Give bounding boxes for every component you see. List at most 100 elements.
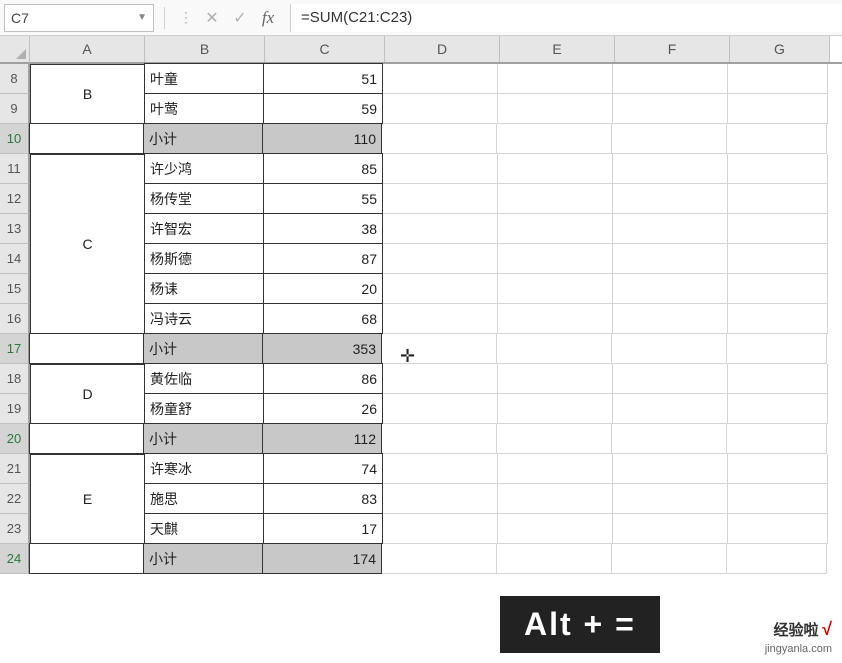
cell[interactable]: 85 xyxy=(263,153,383,184)
row-header[interactable]: 22 xyxy=(0,484,30,514)
cell[interactable] xyxy=(498,94,613,124)
cell[interactable] xyxy=(498,364,613,394)
cell[interactable]: 黄佐临 xyxy=(144,363,264,394)
merged-cell[interactable]: D xyxy=(30,364,145,424)
col-header-C[interactable]: C xyxy=(265,36,385,62)
col-header-F[interactable]: F xyxy=(615,36,730,62)
fx-icon[interactable]: fx xyxy=(254,8,282,28)
cell[interactable]: 353 xyxy=(262,333,382,364)
cell[interactable] xyxy=(612,124,727,154)
cell[interactable] xyxy=(383,514,498,544)
cell[interactable] xyxy=(728,154,828,184)
cell[interactable]: 小计 xyxy=(143,333,263,364)
cell[interactable]: 86 xyxy=(263,363,383,394)
cell[interactable] xyxy=(728,274,828,304)
cell[interactable] xyxy=(728,514,828,544)
cell[interactable] xyxy=(498,64,613,94)
name-box[interactable]: C7 ▼ xyxy=(4,4,154,32)
cell[interactable] xyxy=(612,334,727,364)
cell[interactable] xyxy=(613,94,728,124)
cell[interactable] xyxy=(383,94,498,124)
cell[interactable] xyxy=(498,154,613,184)
cell[interactable]: 83 xyxy=(263,483,383,514)
cell[interactable] xyxy=(727,124,827,154)
cell[interactable] xyxy=(498,394,613,424)
cell[interactable]: 杨斯德 xyxy=(144,243,264,274)
cell[interactable]: 天麒 xyxy=(144,513,264,544)
select-all-corner[interactable] xyxy=(0,36,30,64)
cell[interactable] xyxy=(382,424,497,454)
cell[interactable] xyxy=(383,454,498,484)
cell[interactable] xyxy=(613,514,728,544)
cell[interactable] xyxy=(613,64,728,94)
row-header[interactable]: 8 xyxy=(0,64,30,94)
cell[interactable]: 叶莺 xyxy=(144,93,264,124)
cell[interactable] xyxy=(613,274,728,304)
merged-cell[interactable]: B xyxy=(30,64,145,124)
cell[interactable] xyxy=(383,274,498,304)
cell[interactable]: 叶童 xyxy=(144,63,264,94)
cell[interactable] xyxy=(498,484,613,514)
cell[interactable] xyxy=(29,423,144,454)
cell[interactable]: 87 xyxy=(263,243,383,274)
cell[interactable] xyxy=(497,124,612,154)
cell[interactable]: 20 xyxy=(263,273,383,304)
cell[interactable] xyxy=(727,544,827,574)
cell[interactable] xyxy=(383,394,498,424)
cell[interactable] xyxy=(497,334,612,364)
row-header[interactable]: 14 xyxy=(0,244,30,274)
row-header[interactable]: 17 xyxy=(0,334,30,364)
chevron-down-icon[interactable]: ▼ xyxy=(137,12,147,23)
cell[interactable]: 68 xyxy=(263,303,383,334)
cell[interactable] xyxy=(498,304,613,334)
cell[interactable] xyxy=(728,394,828,424)
cancel-icon[interactable]: ✕ xyxy=(198,8,226,28)
cell[interactable] xyxy=(728,214,828,244)
cell[interactable] xyxy=(613,304,728,334)
cell[interactable] xyxy=(728,184,828,214)
cell[interactable] xyxy=(613,244,728,274)
cell[interactable] xyxy=(613,484,728,514)
cell[interactable] xyxy=(613,184,728,214)
cell[interactable] xyxy=(383,184,498,214)
cell[interactable]: 38 xyxy=(263,213,383,244)
cell[interactable]: 112 xyxy=(262,423,382,454)
cell[interactable]: 许少鸿 xyxy=(144,153,264,184)
cell[interactable]: 施思 xyxy=(144,483,264,514)
cell[interactable]: 110 xyxy=(262,123,382,154)
formula-input[interactable] xyxy=(290,4,842,32)
row-header[interactable]: 15 xyxy=(0,274,30,304)
confirm-icon[interactable]: ✓ xyxy=(226,8,254,28)
cell[interactable] xyxy=(727,334,827,364)
cell[interactable]: 74 xyxy=(263,453,383,484)
cell[interactable] xyxy=(497,544,612,574)
row-header[interactable]: 10 xyxy=(0,124,30,154)
cell[interactable] xyxy=(383,244,498,274)
row-header[interactable]: 23 xyxy=(0,514,30,544)
row-header[interactable]: 9 xyxy=(0,94,30,124)
row-header[interactable]: 11 xyxy=(0,154,30,184)
col-header-A[interactable]: A xyxy=(30,36,145,62)
cell[interactable]: 杨诔 xyxy=(144,273,264,304)
cell[interactable] xyxy=(383,304,498,334)
col-header-D[interactable]: D xyxy=(385,36,500,62)
cell[interactable] xyxy=(383,364,498,394)
cell[interactable] xyxy=(29,543,144,574)
row-header[interactable]: 20 xyxy=(0,424,30,454)
cell[interactable]: 59 xyxy=(263,93,383,124)
cell[interactable] xyxy=(383,484,498,514)
cell[interactable] xyxy=(383,64,498,94)
cell[interactable] xyxy=(728,454,828,484)
cell[interactable] xyxy=(728,244,828,274)
row-header[interactable]: 21 xyxy=(0,454,30,484)
cell[interactable]: 174 xyxy=(262,543,382,574)
cell[interactable]: 55 xyxy=(263,183,383,214)
cell[interactable] xyxy=(383,214,498,244)
merged-cell[interactable]: E xyxy=(30,454,145,544)
row-header[interactable]: 16 xyxy=(0,304,30,334)
cell[interactable] xyxy=(29,333,144,364)
col-header-B[interactable]: B xyxy=(145,36,265,62)
merged-cell[interactable]: C xyxy=(30,154,145,334)
cell[interactable] xyxy=(613,394,728,424)
row-header[interactable]: 24 xyxy=(0,544,30,574)
